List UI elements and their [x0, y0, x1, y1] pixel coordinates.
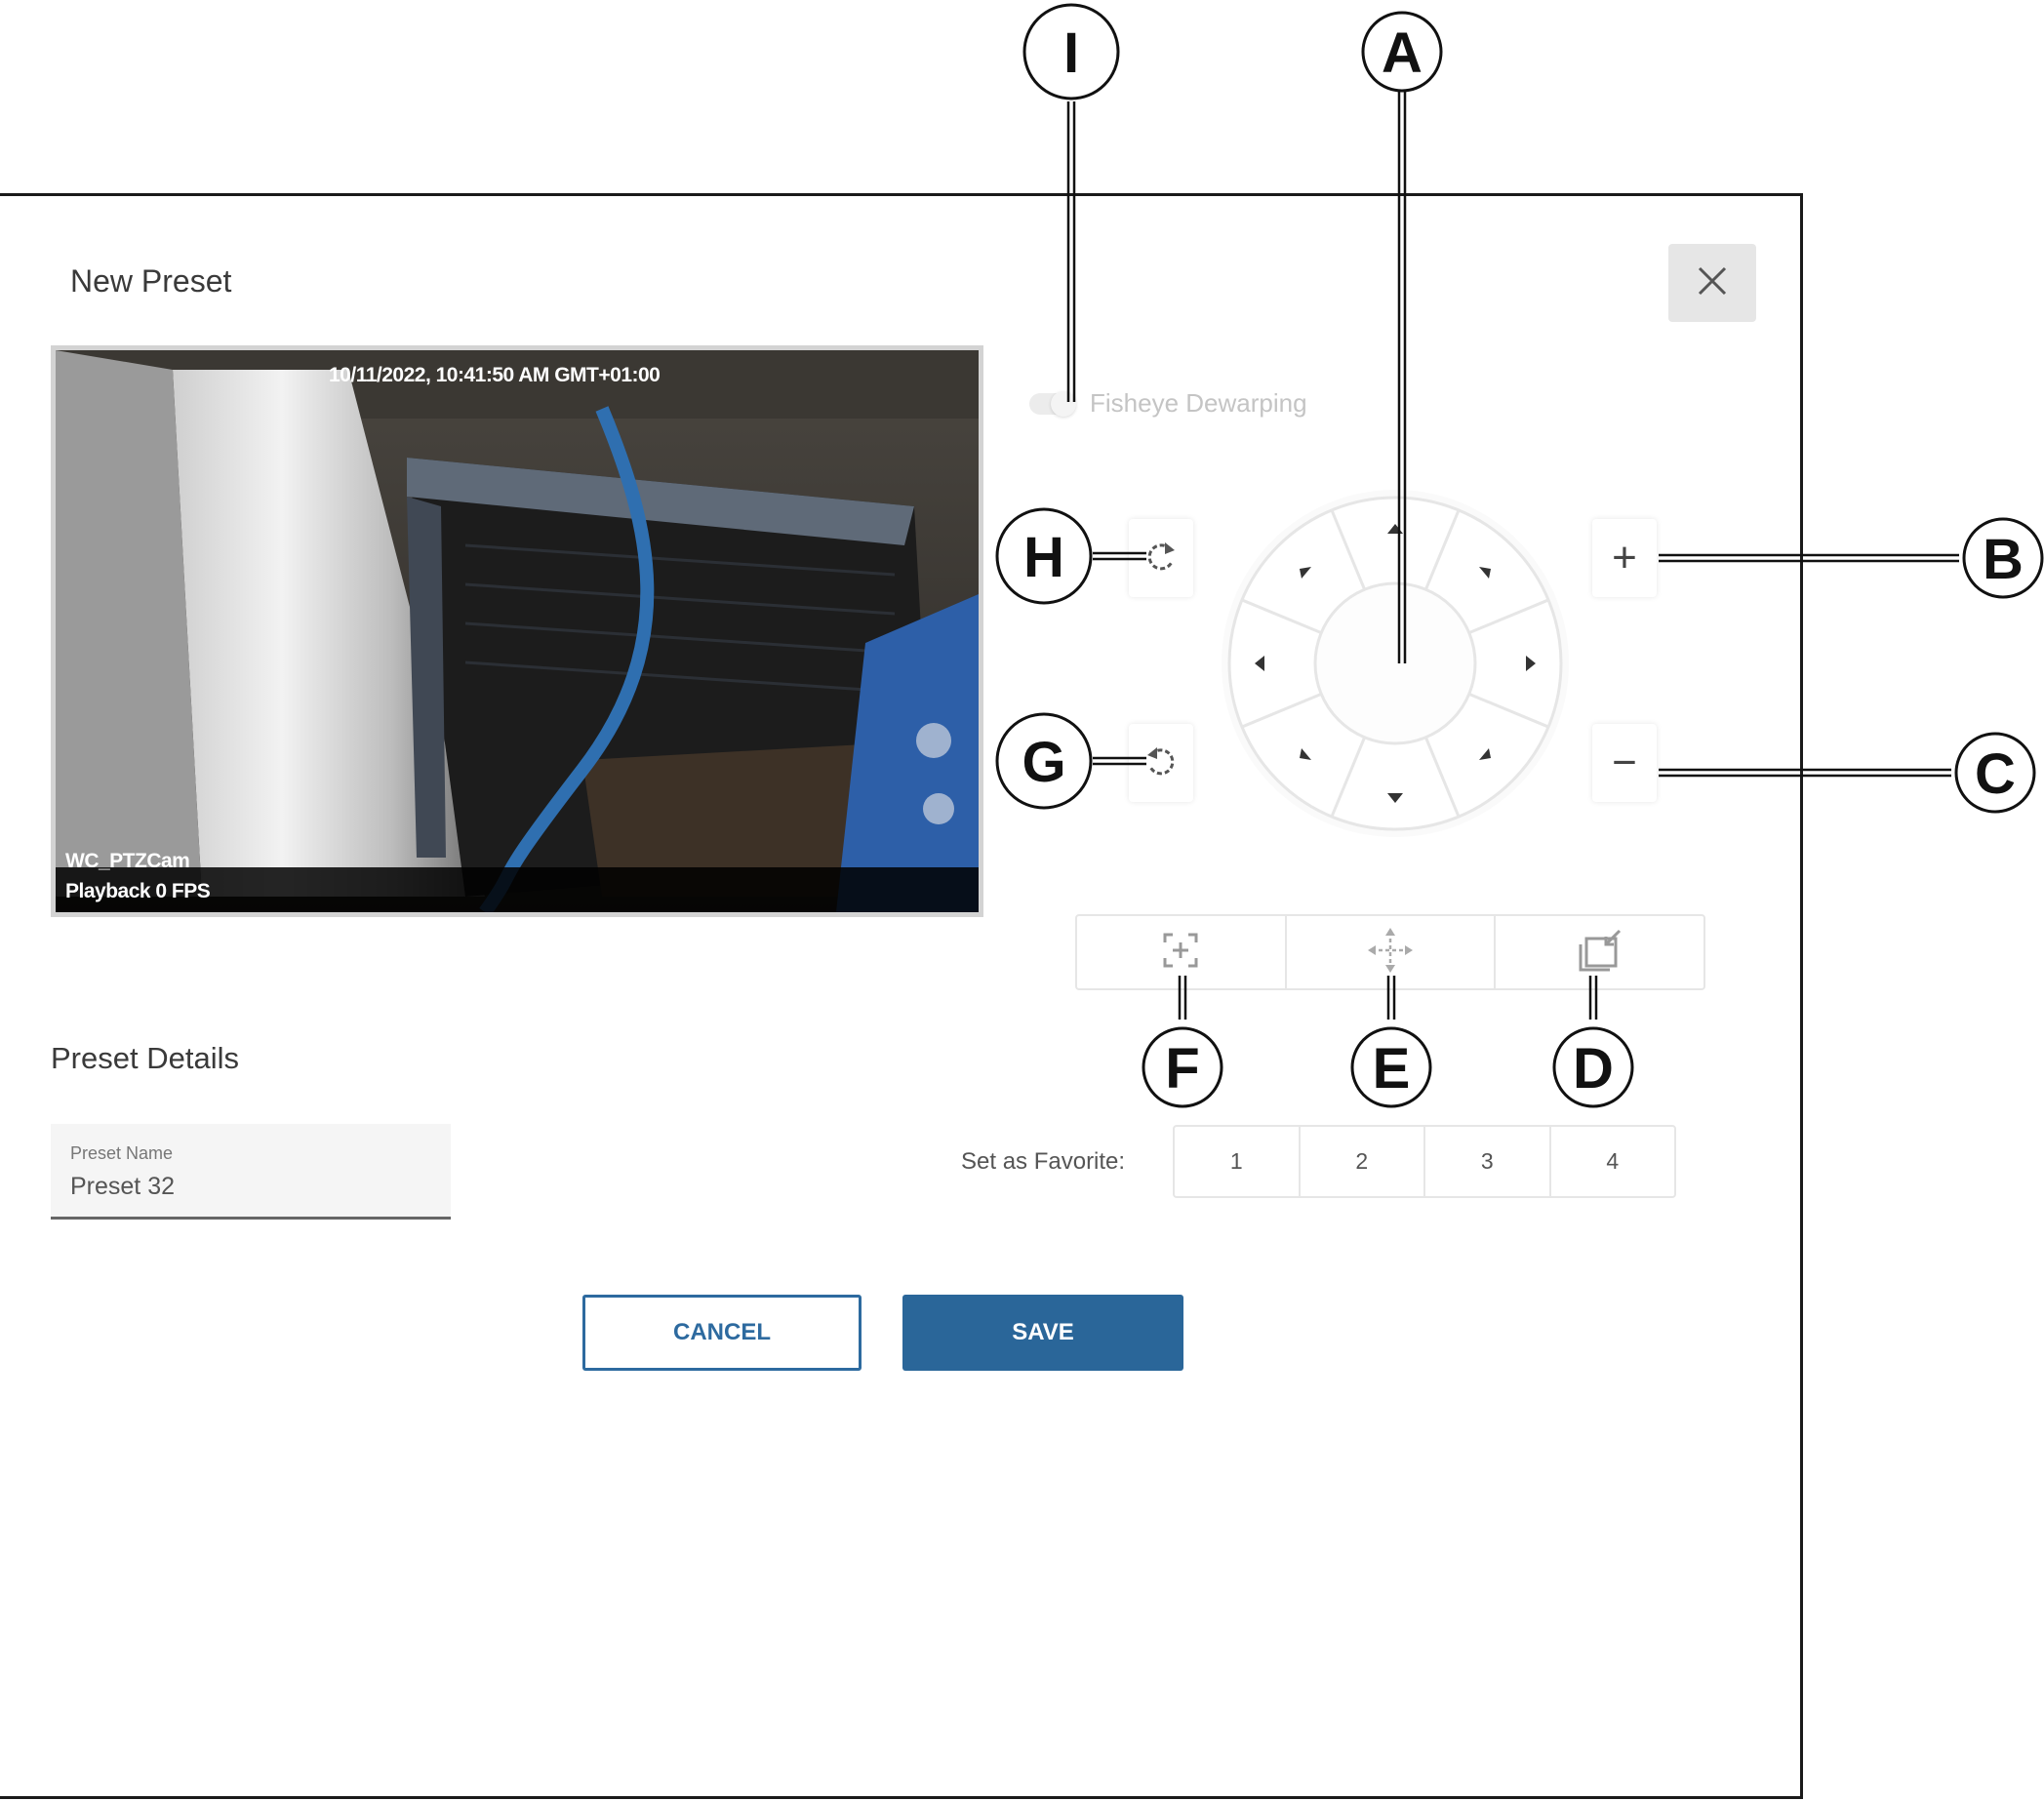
callout-d: D — [1573, 1037, 1614, 1101]
callout-g: G — [1022, 731, 1065, 794]
callout-c: C — [1975, 742, 2016, 806]
callout-overlay: I A H G B C F E D — [995, 3, 2044, 1108]
callout-e: E — [1373, 1037, 1411, 1101]
callout-i: I — [1063, 21, 1079, 85]
callout-h: H — [1023, 526, 1064, 589]
callout-b: B — [1983, 528, 2024, 591]
callout-a: A — [1382, 21, 1423, 85]
callout-f: F — [1165, 1037, 1199, 1101]
